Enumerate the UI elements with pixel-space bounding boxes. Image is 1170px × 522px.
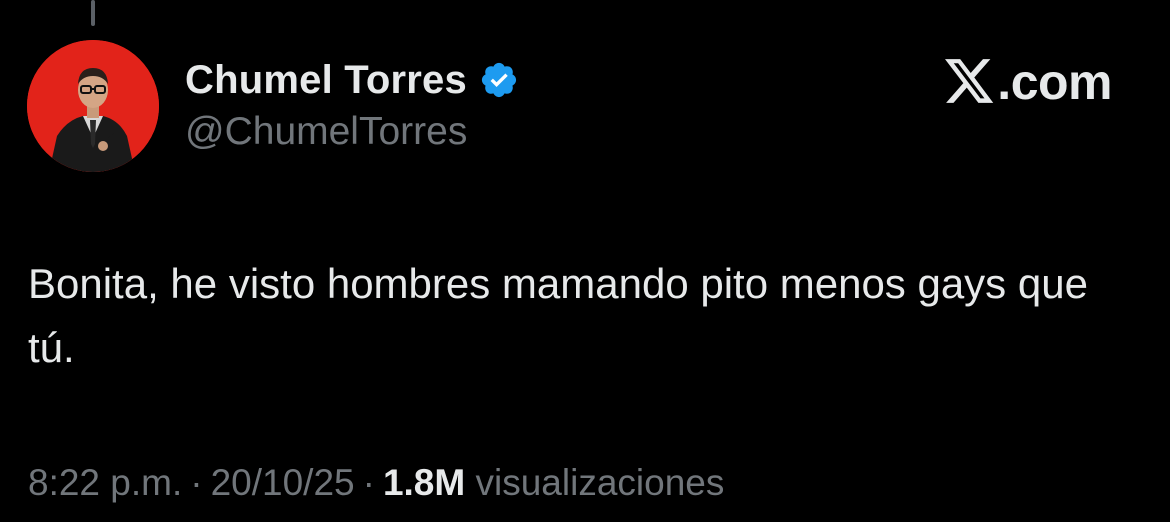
user-handle[interactable]: @ChumelTorres <box>185 110 519 154</box>
tweet-text: Bonita, he visto hombres mamando pito me… <box>28 260 1088 371</box>
profile-photo-icon <box>27 40 159 172</box>
x-logo-icon <box>945 59 995 105</box>
tweet-date[interactable]: 20/10/25 <box>211 462 355 503</box>
display-name[interactable]: Chumel Torres <box>185 58 467 103</box>
brand-watermark: .com <box>945 52 1112 112</box>
verified-badge-icon <box>479 60 519 100</box>
views-count[interactable]: 1.8M <box>383 462 465 503</box>
tweet-header: Chumel Torres @ChumelTorres <box>185 52 519 154</box>
tweet-meta: 8:22 p.m. · 20/10/25 · 1.8M visualizaciones <box>28 462 724 504</box>
name-row: Chumel Torres <box>185 52 519 108</box>
avatar[interactable] <box>27 40 159 172</box>
tweet-time[interactable]: 8:22 p.m. <box>28 462 182 503</box>
views-label: visualizaciones <box>475 462 725 503</box>
meta-separator: · <box>190 462 203 503</box>
brand-domain-text: .com <box>997 54 1112 110</box>
meta-separator: · <box>362 462 375 503</box>
thread-connector-line <box>91 0 95 26</box>
